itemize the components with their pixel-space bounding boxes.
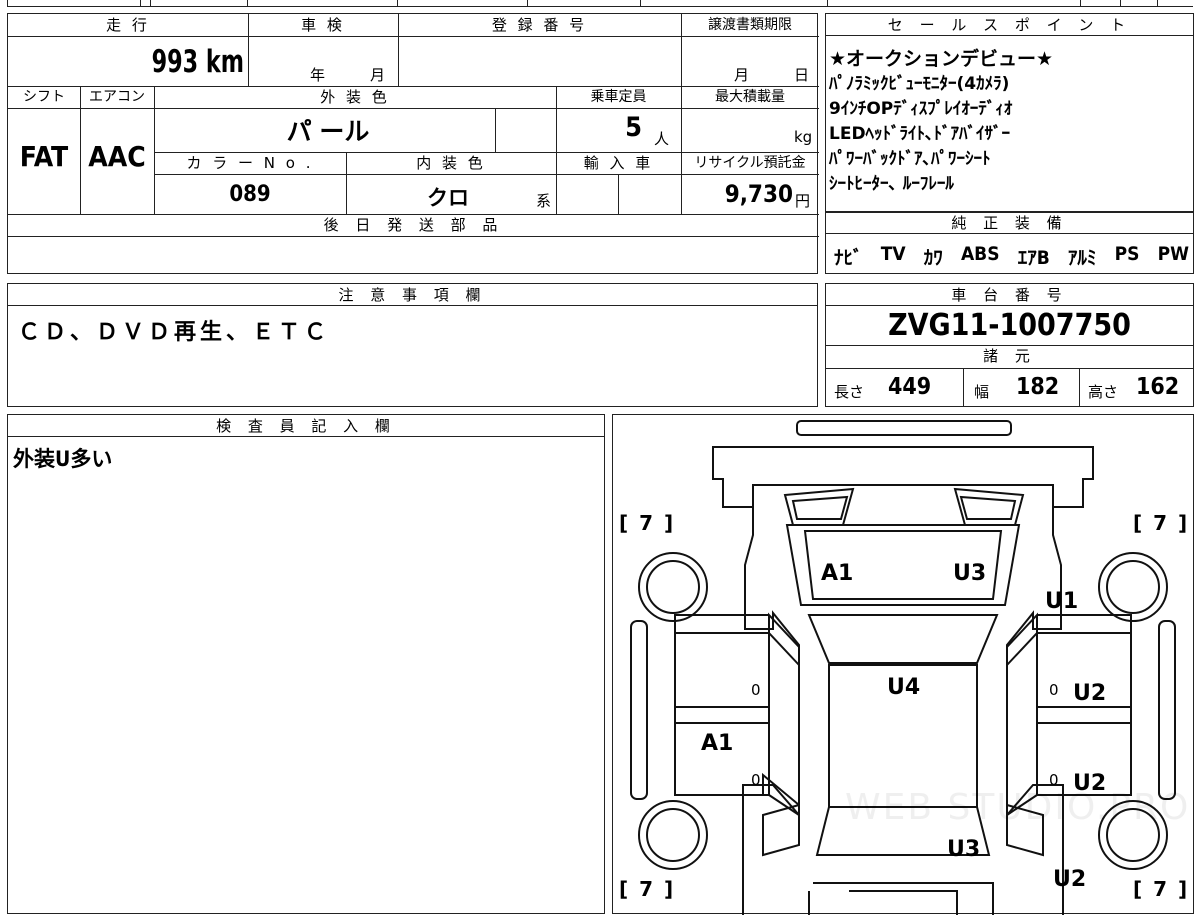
- sales-point-line: ﾊﾟﾜｰﾊﾞｯｸﾄﾞｱ､ﾊﾟﾜｰｼｰﾄ: [829, 149, 991, 169]
- equipment-item: ｶﾜ: [923, 247, 943, 269]
- inspection-month-label: 月: [370, 66, 386, 84]
- deadline-day-label: 日: [794, 66, 810, 84]
- aircon-header: エアコン: [89, 89, 145, 105]
- damage-mark: U3: [947, 837, 981, 862]
- inspector-header: 検 査 員 記 入 欄: [8, 415, 604, 437]
- tire-mark-rear-left: [ 7 ]: [619, 877, 676, 901]
- mileage-value: 993 km: [55, 44, 244, 82]
- chassis-panel: 車 台 番 号 ZVG11-1007750 諸 元 長さ 449 幅 182 高…: [825, 283, 1194, 407]
- damage-mark: U2: [1073, 681, 1107, 706]
- sales-points-panel: セ ー ル ス ポ イ ン ト ★オークションデビュー★ ﾊﾟﾉﾗﾐｯｸﾋﾞｭｰ…: [825, 13, 1194, 212]
- color-no-value: 089: [229, 182, 271, 207]
- color-no-header: カ ラ ー N o .: [186, 154, 314, 172]
- damage-mark: A1: [821, 561, 854, 586]
- vehicle-info-table: 走 行 車 検 登 録 番 号 譲渡書類期限 993 km 年 月 月 日 シフ…: [7, 13, 819, 274]
- watermark: WEB STUDIO.PRO: [845, 787, 1191, 828]
- import-header: 輸 入 車: [583, 154, 654, 172]
- sales-points-header: セ ー ル ス ポ イ ン ト: [826, 14, 1193, 36]
- length-label: 長さ: [834, 383, 865, 401]
- sales-point-line: ★オークションデビュー★: [829, 48, 1054, 70]
- equipment-item: ｴｱB: [1017, 247, 1050, 269]
- deadline-month-label: 月: [734, 66, 750, 84]
- genuine-equipment-header: 純 正 装 備: [826, 213, 1193, 234]
- height-label: 高さ: [1088, 383, 1119, 401]
- max-load-header: 最大積載量: [715, 89, 785, 105]
- top-strip: [7, 0, 1193, 8]
- notes-panel: 注 意 事 項 欄 ＣＤ、ＤＶＤ再生、ＥＴＣ: [7, 283, 818, 407]
- genuine-equipment-list: ﾅﾋﾞ TV ｶﾜ ABS ｴｱB ｱﾙﾐ PS PW: [834, 243, 1189, 270]
- max-load-unit: kg: [794, 128, 813, 146]
- equipment-item: ABS: [960, 243, 1000, 265]
- shift-value: FAT: [19, 140, 69, 173]
- width-label: 幅: [974, 383, 990, 401]
- mileage-header: 走 行: [106, 16, 150, 34]
- interior-suffix: 系: [536, 192, 552, 210]
- damage-mark: A1: [701, 731, 734, 756]
- sales-point-line: ｼｰﾄﾋｰﾀｰ､ ﾙｰﾌﾚｰﾙ: [829, 174, 954, 194]
- notes-header: 注 意 事 項 欄: [8, 284, 817, 306]
- width-value: 182: [1016, 374, 1060, 400]
- capacity-value: 5: [625, 112, 642, 143]
- car-damage-diagram: [ 7 ] [ 7 ] [ 7 ] [ 7 ] A1 U3 U1 U4 U2 A…: [612, 414, 1194, 915]
- tire-mark-front-left: [ 7 ]: [619, 511, 676, 535]
- chassis-number: ZVG11-1007750: [888, 308, 1131, 343]
- chassis-header: 車 台 番 号: [826, 284, 1193, 306]
- damage-mark: U3: [953, 561, 987, 586]
- capacity-unit: 人: [654, 130, 670, 148]
- sales-point-line: LEDﾍｯﾄﾞﾗｲﾄ､ﾄﾞｱﾊﾞｲｻﾞｰ: [829, 124, 1011, 144]
- tire-mark-rear-right: [ 7 ]: [1133, 877, 1190, 901]
- equipment-item: TV: [880, 243, 906, 265]
- exterior-color-header: 外 装 色: [320, 88, 390, 106]
- sales-point-line: 9ｲﾝﾁOPﾃﾞｨｽﾌﾟﾚｲｵｰﾃﾞｨｵ: [829, 99, 1013, 119]
- equipment-item: ﾅﾋﾞ: [834, 247, 863, 269]
- recycle-fee-header: リサイクル預託金: [694, 155, 806, 171]
- inspector-text: 外装U多い: [13, 447, 113, 471]
- mileage-number: 993: [151, 44, 199, 80]
- interior-color-value: クロ: [427, 186, 469, 210]
- damage-mark: U1: [1045, 589, 1079, 614]
- later-parts-header: 後 日 発 送 部 品: [323, 216, 504, 234]
- sales-point-line: ﾊﾟﾉﾗﾐｯｸﾋﾞｭｰﾓﾆﾀｰ(4ｶﾒﾗ): [829, 74, 1010, 94]
- notes-text: ＣＤ、ＤＶＤ再生、ＥＴＣ: [18, 320, 331, 345]
- zero-mark: 0: [751, 681, 761, 699]
- zero-mark: 0: [1049, 681, 1059, 699]
- genuine-equipment-panel: 純 正 装 備 ﾅﾋﾞ TV ｶﾜ ABS ｴｱB ｱﾙﾐ PS PW: [825, 212, 1194, 274]
- tire-mark-front-right: [ 7 ]: [1133, 511, 1190, 535]
- specs-header: 諸 元: [983, 347, 1036, 365]
- equipment-item: ｱﾙﾐ: [1067, 247, 1097, 269]
- aircon-value: AAC: [88, 140, 146, 173]
- length-value: 449: [888, 374, 932, 400]
- zero-mark: 0: [751, 771, 761, 789]
- registration-header: 登 録 番 号: [491, 16, 588, 34]
- capacity-header: 乗車定員: [590, 89, 647, 105]
- recycle-fee-unit: 円: [795, 192, 811, 210]
- mileage-unit: km: [205, 44, 244, 80]
- exterior-color-value: パ ール: [286, 117, 370, 146]
- recycle-fee-value: 9,730: [724, 180, 793, 208]
- interior-color-header: 内 装 色: [416, 154, 486, 172]
- inspection-year-label: 年: [310, 66, 326, 84]
- transfer-deadline-header: 譲渡書類期限: [708, 17, 792, 33]
- inspector-panel: 検 査 員 記 入 欄 外装U多い: [7, 414, 605, 914]
- damage-mark: U2: [1053, 867, 1087, 892]
- equipment-item: PW: [1157, 243, 1189, 265]
- equipment-item: PS: [1114, 243, 1140, 265]
- sales-points-list: ★オークションデビュー★ ﾊﾟﾉﾗﾐｯｸﾋﾞｭｰﾓﾆﾀｰ(4ｶﾒﾗ) 9ｲﾝﾁO…: [829, 47, 1189, 197]
- height-value: 162: [1136, 374, 1180, 400]
- damage-mark: U4: [887, 675, 921, 700]
- car-outline: [630, 420, 1176, 915]
- shift-header: シフト: [23, 89, 65, 105]
- inspection-header: 車 検: [301, 16, 345, 34]
